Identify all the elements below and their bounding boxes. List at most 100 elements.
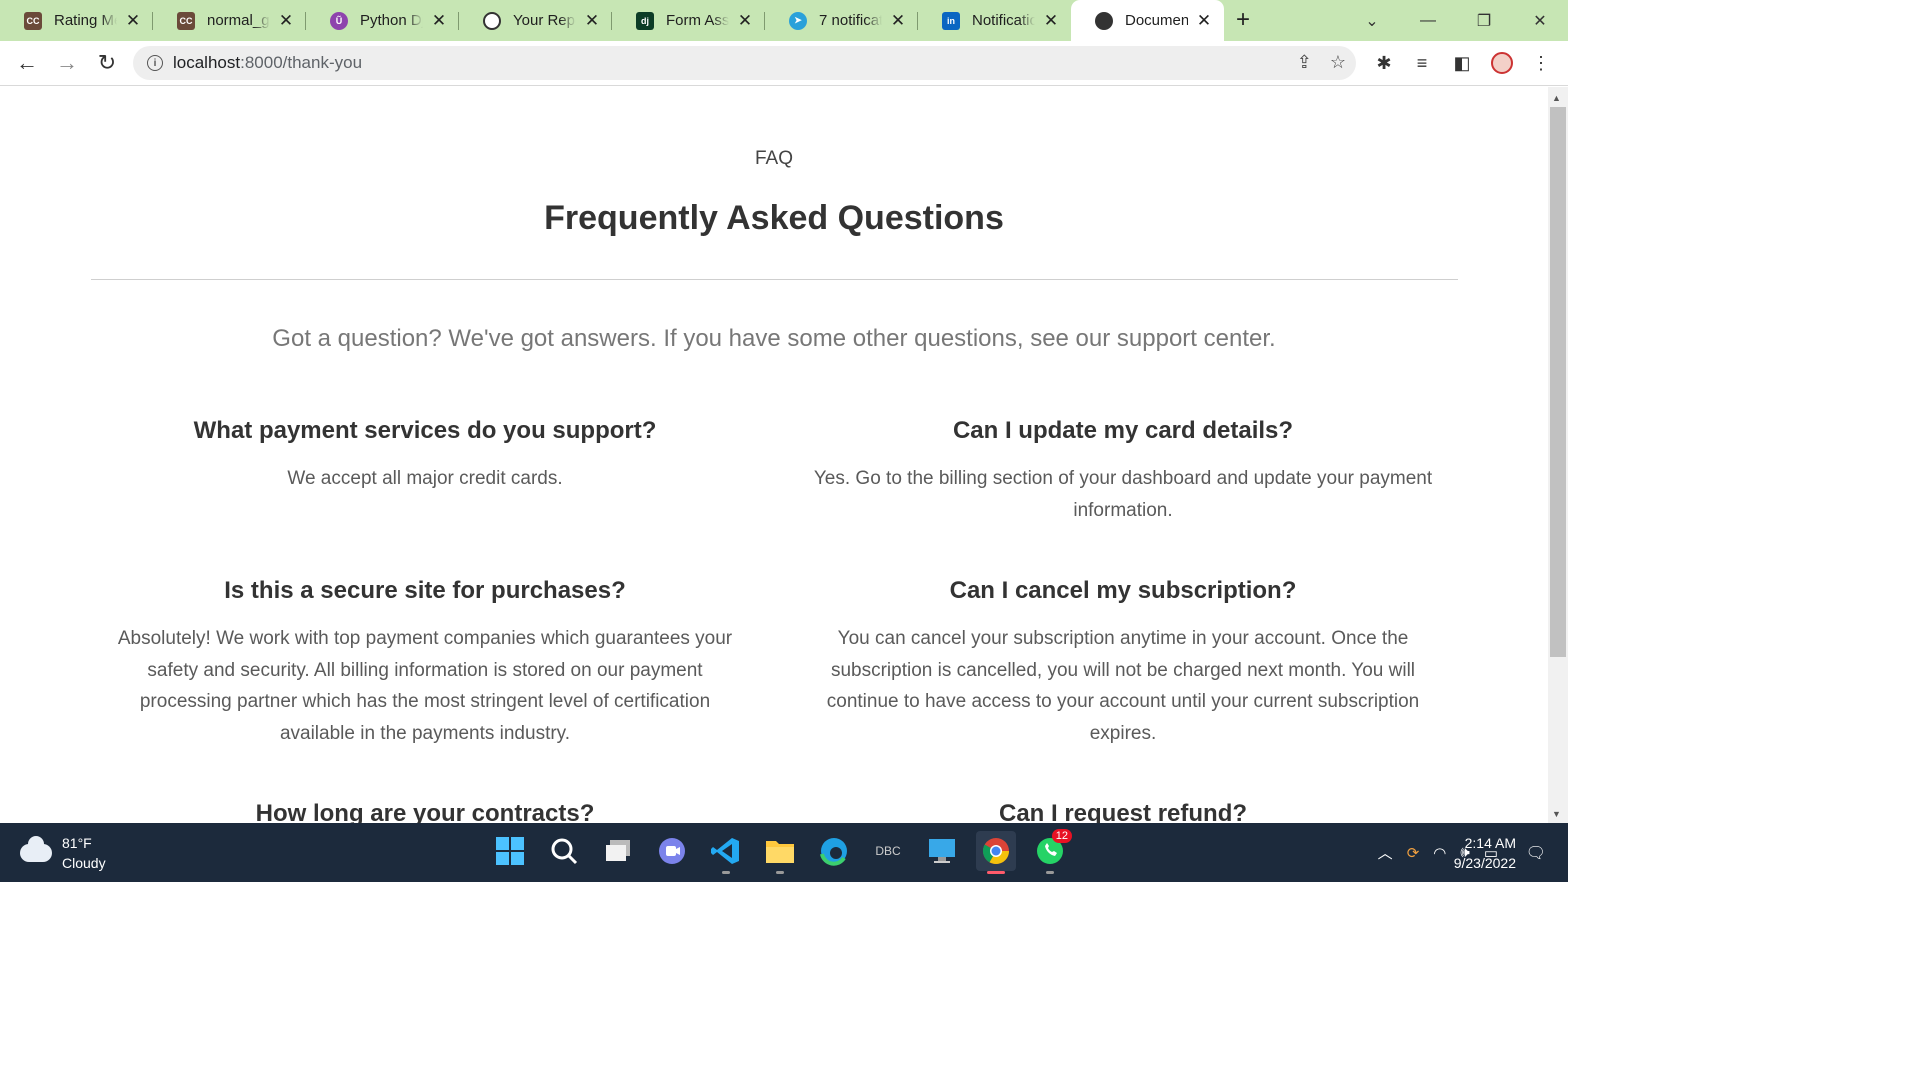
github-favicon-icon [483,11,501,30]
search-icon[interactable] [544,831,584,871]
whatsapp-icon[interactable]: 12 [1030,829,1072,874]
sync-icon[interactable]: ⟳ [1407,844,1420,862]
url-text: localhost:8000/thank-you [173,53,362,73]
media-control-icon[interactable]: ≡ [1407,47,1437,79]
vscode-icon[interactable] [706,831,746,874]
close-icon[interactable]: ✕ [276,11,296,31]
restore-icon[interactable]: ❐ [1456,11,1512,31]
intro-text: Got a question? We've got answers. If yo… [272,325,1276,352]
share-icon[interactable]: ⇪ [1297,52,1312,73]
linkedin-favicon-icon: in [942,11,960,30]
scrollbar-thumb[interactable] [1550,107,1566,657]
faq-question: Can I request refund? [998,800,1248,823]
close-icon[interactable]: ✕ [735,11,755,31]
weather-widget[interactable]: 81°F Cloudy [20,833,106,873]
tab-title: Rating Mec [54,12,117,29]
reload-icon[interactable]: ↻ [88,45,126,81]
weather-condition: Cloudy [62,855,106,871]
profile-avatar-icon[interactable] [1487,47,1517,79]
taskbar: 81°F Cloudy DBC 12 ︿ ⟳ ◠ 🕪 ▭ 2:14 AM 9/2… [0,823,1568,882]
edge-browser-icon[interactable] [814,831,854,871]
cc-favicon-icon: CC [177,11,195,30]
menu-icon[interactable]: ⋮ [1526,47,1556,79]
udemy-favicon-icon: Ũ [330,11,348,30]
taskbar-apps: DBC 12 [490,829,1072,874]
tab-title: Notification [972,12,1035,29]
faq-item: What payment services do you support? We… [105,417,745,495]
active-indicator [987,871,1005,874]
running-indicator [1046,871,1054,874]
back-icon[interactable]: ← [8,45,46,81]
scroll-up-icon[interactable]: ▲ [1552,93,1561,103]
tab-python-django[interactable]: Ũ Python Dja ✕ [306,3,459,38]
time: 2:14 AM [1464,835,1516,851]
windows-start-icon[interactable] [490,831,530,871]
file-explorer-icon[interactable] [760,831,800,874]
faq-question: Can I cancel my subscription? [949,577,1297,604]
close-icon[interactable]: ✕ [1194,11,1214,31]
remote-desktop-icon[interactable] [922,831,962,871]
new-tab-button[interactable]: + [1224,1,1262,39]
window-close-icon[interactable]: ✕ [1512,11,1568,31]
site-info-icon[interactable]: i [147,55,163,71]
bookmark-star-icon[interactable]: ☆ [1330,52,1346,73]
tab-title: normal_guy [207,12,270,29]
tab-title: Form Asset [666,12,729,29]
chevron-up-icon[interactable]: ︿ [1378,842,1393,863]
divider [91,279,1458,280]
tab-title: Your Repos [513,12,576,29]
faq-answer: You can cancel your subscription anytime… [826,628,1420,744]
running-indicator [776,871,784,874]
page-title: Frequently Asked Questions [544,199,1004,237]
url-path: :8000/thank-you [240,53,363,72]
tab-linkedin-notifications[interactable]: in Notification ✕ [918,3,1071,38]
tab-rating[interactable]: CC Rating Mec ✕ [0,3,153,38]
dbc-app-icon[interactable]: DBC [868,831,908,871]
page-content: FAQ Frequently Asked Questions Got a que… [0,87,1548,823]
faq-answer: Yes. Go to the billing section of your d… [813,468,1433,521]
address-bar[interactable]: i localhost:8000/thank-you ⇪ ☆ [133,46,1356,80]
faq-question: What payment services do you support? [193,417,657,444]
faq-question: How long are your contracts? [255,800,595,823]
tab-telegram-notifications[interactable]: ➤ 7 notificatic ✕ [765,3,918,38]
django-favicon-icon: dj [636,11,654,30]
tab-title: 7 notificatic [819,12,882,29]
minimize-icon[interactable]: — [1400,12,1456,30]
chrome-icon[interactable] [976,831,1016,874]
browser-toolbar: ← → ↻ i localhost:8000/thank-you ⇪ ☆ ✱ ≡… [0,41,1568,86]
tab-form-assets[interactable]: dj Form Asset ✕ [612,3,765,38]
faq-item: Is this a secure site for purchases? Abs… [105,577,745,749]
side-panel-icon[interactable]: ◧ [1447,47,1477,79]
forward-icon[interactable]: → [48,45,86,81]
page-scrollbar[interactable]: ▲ ▼ [1548,87,1568,823]
tab-title: Python Dja [360,12,423,29]
scroll-down-icon[interactable]: ▼ [1552,809,1561,819]
close-icon[interactable]: ✕ [1041,11,1061,31]
notification-badge: 12 [1051,829,1072,843]
cc-favicon-icon: CC [24,11,42,30]
clock[interactable]: 2:14 AM 9/23/2022 [1454,833,1516,873]
tab-normal-guy[interactable]: CC normal_guy ✕ [153,3,306,38]
close-icon[interactable]: ✕ [582,11,602,31]
tab-document[interactable]: Document ✕ [1071,0,1224,41]
close-icon[interactable]: ✕ [888,11,908,31]
faq-item: Can I request refund? [803,800,1443,823]
close-icon[interactable]: ✕ [123,11,143,31]
window-controls: ⌄ — ❐ ✕ [1344,0,1568,41]
weather-temperature: 81°F [62,835,92,851]
close-icon[interactable]: ✕ [429,11,449,31]
running-indicator [722,871,730,874]
tab-search-icon[interactable]: ⌄ [1344,11,1400,31]
notification-center-icon[interactable]: 🗨 [1526,843,1546,863]
faq-item: Can I cancel my subscription? You can ca… [803,577,1443,749]
url-host: localhost [173,53,241,72]
faq-question: Is this a secure site for purchases? [224,577,626,604]
wifi-icon[interactable]: ◠ [1433,844,1446,862]
faq-item: How long are your contracts? [105,800,745,823]
teams-chat-icon[interactable] [652,831,692,871]
extensions-icon[interactable]: ✱ [1369,47,1399,79]
tab-your-repos[interactable]: Your Repos ✕ [459,3,612,38]
faq-answer: We accept all major credit cards. [287,468,563,489]
task-view-icon[interactable] [598,831,638,871]
globe-favicon-icon [1095,11,1113,30]
